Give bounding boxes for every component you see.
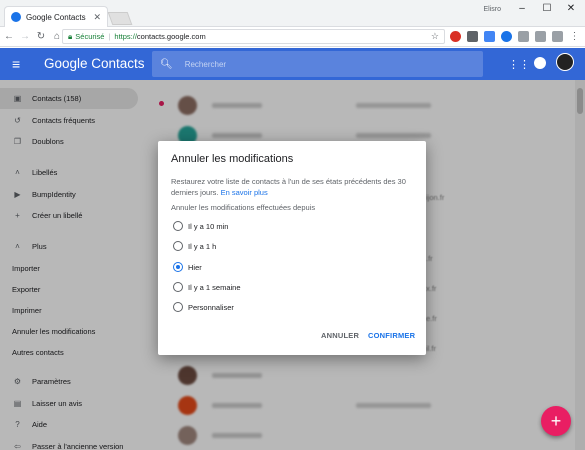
notifications-icon[interactable] [534,57,546,69]
radio-button[interactable] [173,221,183,231]
translate-extension-icon[interactable] [484,31,495,42]
back-icon[interactable]: ← [2,31,16,42]
cast-icon[interactable] [552,31,563,42]
browser-user-label[interactable]: Elisro [483,6,501,13]
option-label: Il y a 1 semaine [188,282,241,292]
opera-extension-icon[interactable] [450,31,461,42]
search-input[interactable]: 🔍︎ Rechercher [152,51,483,77]
learn-more-link[interactable]: En savoir plus [221,188,268,197]
cancel-button[interactable]: ANNULER [321,331,359,340]
maximize-icon[interactable]: ☐ [537,3,557,14]
option-label: Hier [188,262,202,272]
lock-icon: 🔒︎ [68,31,73,41]
dialog-body: Restaurez votre liste de contacts à l'un… [171,176,415,198]
account-avatar[interactable] [556,53,574,71]
divider: | [108,32,111,41]
apps-grid-icon[interactable]: ⋮⋮ [508,58,530,71]
browser-menu-icon[interactable]: ⋮ [569,31,580,42]
dialog-title: Annuler les modifications [171,153,294,165]
radio-button[interactable] [173,302,183,312]
url-host: contacts.google.com [136,32,206,41]
bookmark-star-icon[interactable]: ☆ [431,31,439,42]
option-custom[interactable]: Personnaliser [173,300,234,314]
undo-changes-dialog: Annuler les modifications Restaurez votr… [158,141,426,355]
radio-button[interactable] [173,282,183,292]
app-header: ≡ Google Contacts 🔍︎ Rechercher ⋮⋮ [0,48,585,80]
forward-icon[interactable]: → [18,31,32,42]
extension-icon[interactable] [518,31,529,42]
contacts-favicon-icon [11,12,21,22]
browser-tab-bar: Google Contacts ✕ Elisro – ☐ ✕ [0,0,585,27]
add-contact-button[interactable]: + [541,406,571,436]
dialog-description: Restaurez votre liste de contacts à l'un… [171,177,406,197]
option-label: Il y a 10 min [188,221,229,231]
close-tab-icon[interactable]: ✕ [93,12,101,23]
dialog-subtitle: Annuler les modifications effectuées dep… [171,203,316,212]
radio-button-selected[interactable] [173,262,183,272]
option-label: Personnaliser [188,302,234,312]
hamburger-menu-icon[interactable]: ≡ [12,57,20,71]
reload-icon[interactable]: ↻ [34,31,48,42]
option-10-min[interactable]: Il y a 10 min [173,219,228,233]
address-bar[interactable]: 🔒︎ Sécurisé | https:// contacts.google.c… [62,29,445,44]
minimize-icon[interactable]: – [512,3,532,14]
radio-button[interactable] [173,241,183,251]
tab-title: Google Contacts [26,12,86,22]
option-1-hour[interactable]: Il y a 1 h [173,239,216,253]
extension-icon[interactable] [467,31,478,42]
extension-icon[interactable] [501,31,512,42]
browser-tab[interactable]: Google Contacts ✕ [4,6,108,27]
secure-label: Sécurisé [75,32,105,41]
option-1-week[interactable]: Il y a 1 semaine [173,280,241,294]
new-tab-button[interactable] [107,12,133,25]
search-placeholder: Rechercher [184,59,227,69]
close-window-icon[interactable]: ✕ [561,3,581,14]
confirm-button[interactable]: CONFIRMER [368,331,415,340]
app-title[interactable]: Google Contacts [44,56,145,71]
search-icon: 🔍︎ [160,58,173,70]
option-label: Il y a 1 h [188,241,217,251]
browser-toolbar: ← → ↻ ⌂ 🔒︎ Sécurisé | https:// contacts.… [0,27,585,47]
url-protocol: https:// [114,32,137,41]
option-yesterday[interactable]: Hier [173,260,202,274]
extension-icon[interactable] [535,31,546,42]
